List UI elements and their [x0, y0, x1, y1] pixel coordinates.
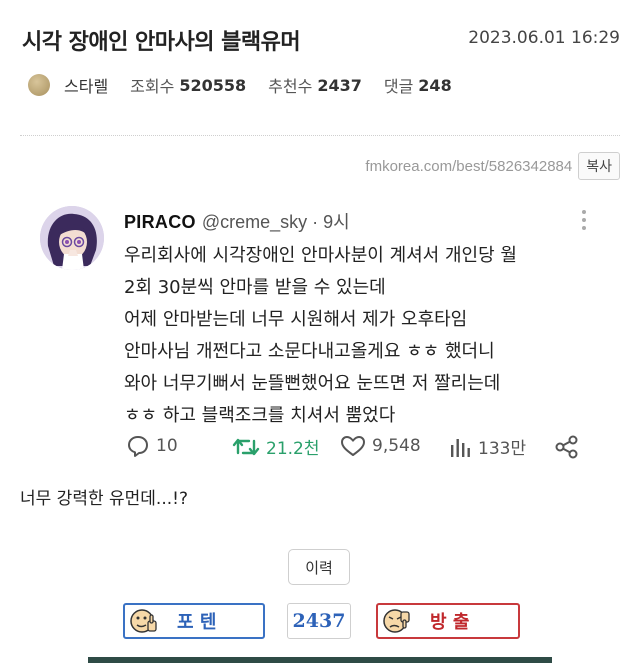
upvote-label: 포 텐 — [177, 612, 217, 633]
tweet-text: 우리회사에 시각장애인 안마사분이 계셔서 개인당 월 2회 30분씩 안마를 … — [124, 240, 517, 432]
tweet-reply: 10 — [126, 434, 178, 458]
thumbs-down-face-icon — [383, 609, 410, 633]
post-url[interactable]: fmkorea.com/best/5826342884 — [365, 158, 572, 175]
tweet-header: PIRACO @creme_sky · 9시 — [124, 208, 350, 234]
tweet-handle-time: @creme_sky · 9시 — [201, 212, 350, 232]
vote-row: 포 텐 2437 방 출 — [0, 603, 640, 639]
vote-count: 2437 — [287, 603, 351, 639]
post-meta: 스타렐 조회수 520558 추천수 2437 댓글 248 — [28, 73, 474, 97]
likes-count: 2437 — [317, 75, 362, 95]
tweet-retweet: 21.2천 — [232, 434, 320, 459]
more-options-icon — [582, 210, 586, 234]
post-date: 2023.06.01 16:29 — [468, 28, 620, 48]
tweet-line: 2회 30분씩 안마를 받을 수 있는데 — [124, 277, 386, 298]
tweet-like: 9,548 — [340, 434, 421, 458]
like-count: 9,548 — [372, 436, 421, 456]
retweet-icon — [232, 438, 260, 455]
copy-url-button[interactable]: 복사 — [578, 152, 620, 180]
views-count: 520558 — [179, 75, 247, 95]
likes-label: 추천수 — [268, 77, 313, 96]
history-button[interactable]: 이력 — [288, 549, 350, 585]
post-title: 시각 장애인 안마사의 블랙유머 — [22, 30, 301, 55]
upvote-button[interactable]: 포 텐 — [123, 603, 265, 639]
reply-icon — [128, 436, 148, 457]
tweet-actions: 10 21.2천 9,548 133만 — [126, 434, 586, 464]
retweet-count: 21.2천 — [266, 439, 320, 459]
downvote-label: 방 출 — [430, 612, 470, 633]
tweet-line: 와아 너무기뻐서 눈뜰뻔했어요 눈뜨면 저 짤리는데 — [124, 373, 501, 394]
tweet-share — [554, 434, 586, 460]
tweet-views: 133만 — [448, 434, 526, 459]
bottom-bar — [88, 657, 552, 663]
tweet-line: 어제 안마받는데 너무 시원해서 제가 오후타임 — [124, 309, 468, 330]
url-row: fmkorea.com/best/5826342884 복사 — [365, 152, 620, 180]
post-comment-text: 너무 강력한 유먼데...!? — [20, 489, 188, 509]
stats-icon — [451, 438, 470, 457]
comments-count[interactable]: 248 — [418, 76, 451, 95]
views-label: 조회수 — [130, 77, 175, 96]
heart-icon — [341, 436, 365, 456]
tweet-line: 우리회사에 시각장애인 안마사분이 계셔서 개인당 월 — [124, 245, 517, 266]
view-count: 133만 — [478, 439, 527, 459]
divider — [20, 135, 620, 136]
author-name[interactable]: 스타렐 — [64, 73, 108, 97]
tweet-author-name: PIRACO — [124, 212, 196, 232]
tweet-line: ㅎㅎ 하고 블랙조크를 치셔서 뿜었다 — [124, 405, 396, 426]
tweet-line: 안마사님 개쩐다고 소문다내고올게요 ㅎㅎ 했더니 — [124, 341, 495, 362]
author-avatar[interactable] — [28, 74, 50, 96]
reply-count: 10 — [156, 436, 178, 456]
comments-label: 댓글 — [383, 77, 414, 96]
thumbs-up-face-icon — [130, 609, 157, 633]
downvote-button[interactable]: 방 출 — [376, 603, 520, 639]
tweet-avatar — [40, 206, 104, 270]
share-icon — [555, 435, 578, 459]
